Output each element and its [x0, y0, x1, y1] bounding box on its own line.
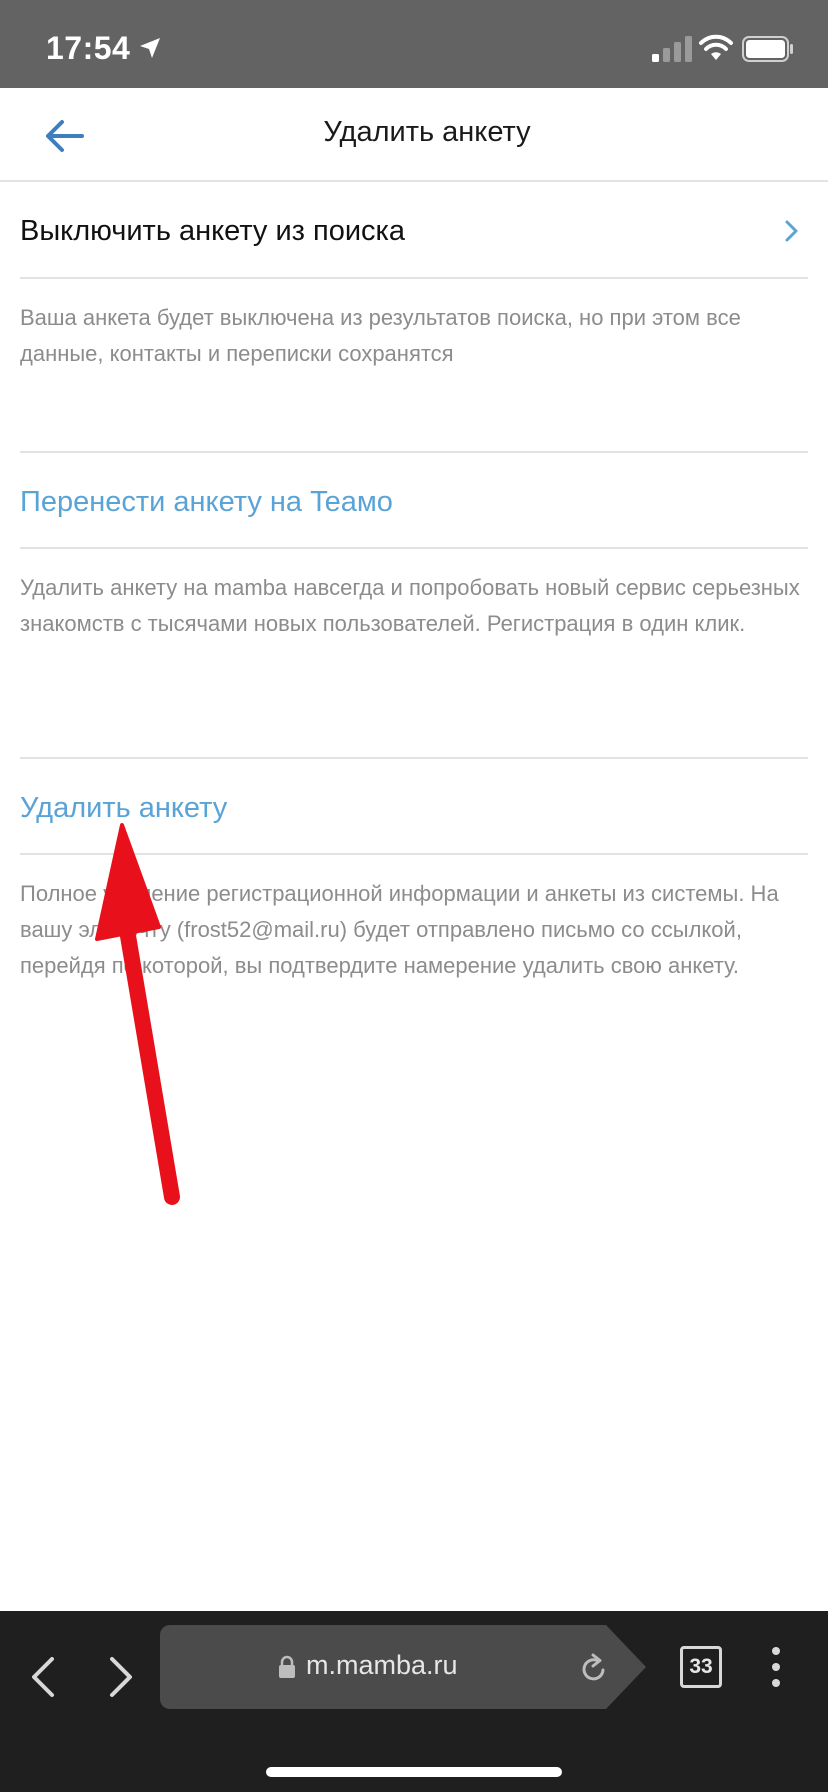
screen: 17:54 Удалить анкету Выключить анкету из… — [0, 0, 828, 1792]
tabs-button[interactable]: 33 — [680, 1646, 722, 1688]
reload-icon[interactable] — [580, 1653, 608, 1683]
location-arrow-icon — [140, 38, 160, 58]
more-vertical-icon[interactable] — [764, 1645, 788, 1689]
transfer-to-teamo-link[interactable]: Перенести анкету на Teaмo — [20, 454, 808, 550]
transfer-to-teamo-description: Удалить анкету на mamba навсегда и попро… — [20, 575, 800, 636]
divider — [20, 451, 808, 453]
hide-from-search-row[interactable]: Выключить анкету из поиска — [20, 183, 808, 279]
transfer-to-teamo-label: Перенести анкету на Teaмo — [20, 485, 393, 518]
delete-profile-link[interactable]: Удалить анкету — [20, 760, 808, 856]
status-bar: 17:54 — [0, 0, 828, 88]
delete-profile-label: Удалить анкету — [20, 791, 228, 824]
chevron-right-icon[interactable] — [104, 1645, 138, 1709]
chevron-left-icon[interactable] — [26, 1645, 60, 1709]
wifi-icon — [699, 34, 733, 60]
page-title: Удалить анкету — [323, 116, 531, 148]
divider — [20, 757, 808, 759]
divider — [20, 547, 808, 549]
page-header: Удалить анкету — [0, 88, 828, 182]
lock-icon — [279, 1655, 295, 1678]
home-indicator — [266, 1767, 562, 1777]
address-bar[interactable]: m.mamba.ru — [160, 1625, 646, 1709]
browser-toolbar: m.mamba.ru 33 — [0, 1611, 828, 1792]
cellular-signal-icon — [652, 36, 692, 62]
battery-icon — [742, 36, 793, 62]
divider — [20, 853, 808, 855]
divider — [20, 277, 808, 279]
status-time: 17:54 — [46, 30, 131, 66]
hide-from-search-label: Выключить анкету из поиска — [20, 214, 406, 247]
delete-profile-description: Полное удаление регистрационной информац… — [20, 881, 779, 978]
hide-from-search-description: Ваша анкета будет выключена из результат… — [20, 305, 741, 366]
chevron-right-icon — [785, 220, 798, 242]
url-text: m.mamba.ru — [306, 1650, 458, 1680]
